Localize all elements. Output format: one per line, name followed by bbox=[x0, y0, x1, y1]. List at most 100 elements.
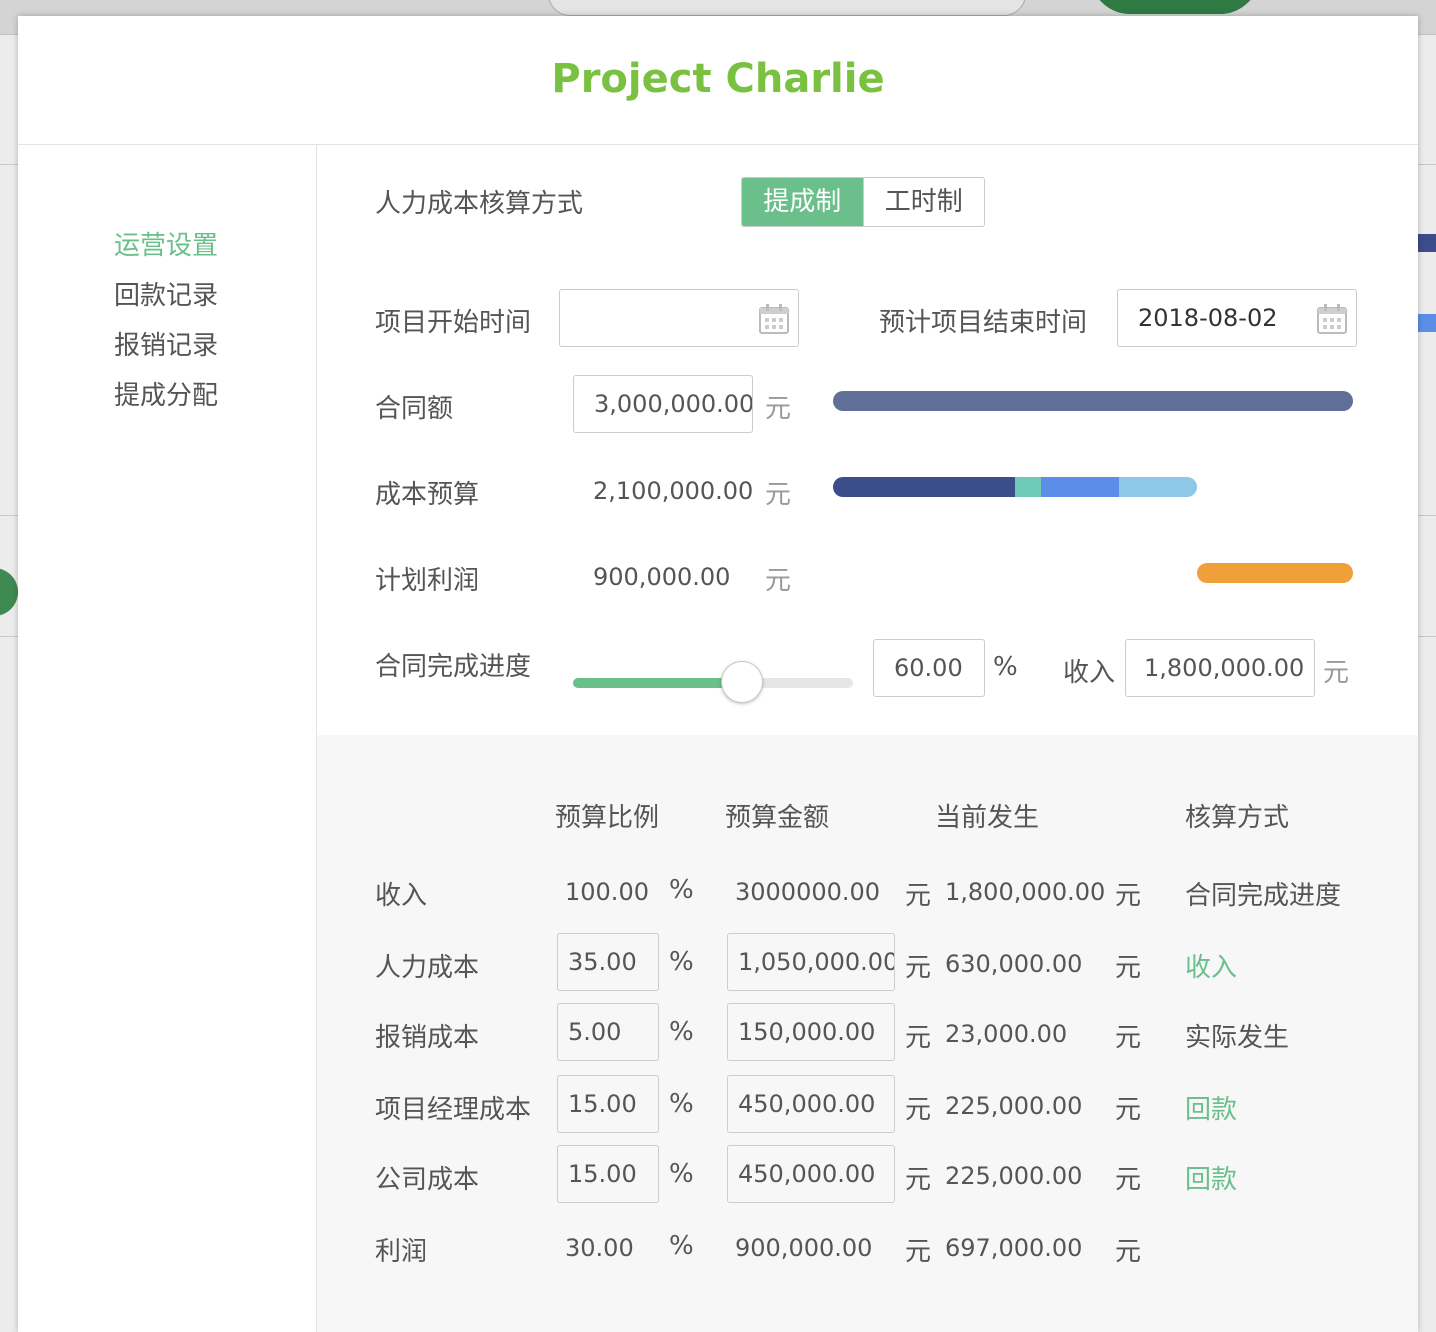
percent-sign: % bbox=[669, 947, 694, 977]
yuan-unit: 元 bbox=[905, 953, 932, 983]
yuan-unit: 元 bbox=[1115, 1165, 1142, 1195]
contract-progress-input[interactable]: 60.00 bbox=[873, 639, 985, 697]
row-name: 人力成本 bbox=[375, 953, 480, 983]
project-settings-modal: Project Charlie 运营设置 回款记录 报销记录 提成分配 人力成本… bbox=[18, 16, 1418, 1332]
row-amount-input[interactable]: 1,050,000.00 bbox=[727, 933, 895, 991]
row-name: 公司成本 bbox=[375, 1165, 480, 1195]
row-amount-input[interactable]: 150,000.00 bbox=[727, 1003, 895, 1061]
yuan-unit: 元 bbox=[765, 566, 792, 596]
budget-table: 预算比例 预算金额 当前发生 核算方式 收入 100.00 % 3000000.… bbox=[317, 735, 1418, 1332]
row-name: 项目经理成本 bbox=[375, 1095, 532, 1125]
background-avatar bbox=[0, 568, 18, 616]
yuan-unit: 元 bbox=[765, 394, 792, 424]
income-input[interactable]: 1,800,000.00 bbox=[1125, 639, 1315, 697]
yuan-unit: 元 bbox=[765, 480, 792, 510]
header-budget-ratio: 预算比例 bbox=[555, 803, 660, 833]
cost-budget-bar bbox=[833, 477, 1197, 497]
row-amount-input[interactable]: 450,000.00 bbox=[727, 1145, 895, 1203]
row-current: 225,000.00 bbox=[945, 1162, 1083, 1190]
background-bar-mark bbox=[1418, 314, 1436, 332]
yuan-unit: 元 bbox=[905, 1165, 932, 1195]
row-name: 利润 bbox=[375, 1237, 428, 1267]
row-name: 报销成本 bbox=[375, 1023, 480, 1053]
row-amount: 900,000.00 bbox=[735, 1234, 873, 1262]
slider-handle[interactable] bbox=[721, 661, 763, 703]
row-method-link[interactable]: 回款 bbox=[1185, 1159, 1237, 1196]
header-current-amount: 当前发生 bbox=[935, 803, 1040, 833]
row-current: 225,000.00 bbox=[945, 1092, 1083, 1120]
yuan-unit: 元 bbox=[905, 881, 932, 911]
row-method: 合同完成进度 bbox=[1185, 881, 1342, 911]
sidebar-item-commission-allocation[interactable]: 提成分配 bbox=[114, 375, 218, 412]
yuan-unit: 元 bbox=[905, 1237, 932, 1267]
income-label: 收入 bbox=[1063, 658, 1116, 688]
calendar-icon[interactable] bbox=[1316, 303, 1348, 335]
cost-method-label: 人力成本核算方式 bbox=[375, 189, 584, 219]
row-amount-input[interactable]: 450,000.00 bbox=[727, 1075, 895, 1133]
yuan-unit: 元 bbox=[905, 1023, 932, 1053]
calendar-icon[interactable] bbox=[758, 303, 790, 335]
row-ratio-input[interactable]: 35.00 bbox=[557, 933, 659, 991]
cost-method-commission-button[interactable]: 提成制 bbox=[742, 178, 864, 226]
cost-bar-segment bbox=[1015, 477, 1041, 497]
yuan-unit: 元 bbox=[1323, 658, 1350, 688]
end-date-label: 预计项目结束时间 bbox=[879, 308, 1088, 338]
yuan-unit: 元 bbox=[1115, 881, 1142, 911]
planned-profit-label: 计划利润 bbox=[375, 566, 480, 596]
yuan-unit: 元 bbox=[905, 1095, 932, 1125]
contract-amount-bar bbox=[833, 391, 1353, 411]
settings-content: 人力成本核算方式 提成制 工时制 项目开始时间 预计项目结束时间 2018-08… bbox=[317, 145, 1418, 1332]
contract-amount-input[interactable]: 3,000,000.00 bbox=[573, 375, 753, 433]
yuan-unit: 元 bbox=[1115, 1023, 1142, 1053]
contract-progress-label: 合同完成进度 bbox=[375, 652, 532, 682]
sidebar-item-reimbursement-records[interactable]: 报销记录 bbox=[114, 325, 218, 362]
cost-method-hourly-button[interactable]: 工时制 bbox=[864, 178, 985, 226]
cost-bar-segment bbox=[833, 477, 1015, 497]
row-method: 实际发生 bbox=[1185, 1023, 1290, 1053]
row-current: 23,000.00 bbox=[945, 1020, 1068, 1048]
row-method-link[interactable]: 回款 bbox=[1185, 1089, 1237, 1126]
sidebar-item-operation-settings[interactable]: 运营设置 bbox=[114, 225, 218, 262]
background-green-tab bbox=[1090, 0, 1260, 14]
sidebar-item-payment-records[interactable]: 回款记录 bbox=[114, 275, 218, 312]
end-date-input[interactable]: 2018-08-02 bbox=[1117, 289, 1357, 347]
header-accounting-method: 核算方式 bbox=[1185, 803, 1290, 833]
cost-budget-label: 成本预算 bbox=[375, 480, 480, 510]
yuan-unit: 元 bbox=[1115, 1237, 1142, 1267]
row-ratio-input[interactable]: 15.00 bbox=[557, 1145, 659, 1203]
background-search-field bbox=[548, 0, 1026, 16]
row-method-link[interactable]: 收入 bbox=[1185, 947, 1237, 984]
modal-header: Project Charlie bbox=[18, 16, 1418, 145]
header-budget-amount: 预算金额 bbox=[725, 803, 830, 833]
cost-method-toggle: 提成制 工时制 bbox=[741, 177, 985, 227]
modal-title: Project Charlie bbox=[551, 56, 885, 102]
row-current: 697,000.00 bbox=[945, 1234, 1083, 1262]
modal-sidebar: 运营设置 回款记录 报销记录 提成分配 bbox=[18, 145, 317, 1332]
percent-sign: % bbox=[669, 1017, 694, 1047]
percent-sign: % bbox=[669, 1231, 694, 1261]
row-current: 630,000.00 bbox=[945, 950, 1083, 978]
row-ratio: 30.00 bbox=[565, 1234, 634, 1262]
start-date-label: 项目开始时间 bbox=[375, 308, 532, 338]
contract-amount-label: 合同额 bbox=[375, 394, 454, 424]
yuan-unit: 元 bbox=[1115, 1095, 1142, 1125]
cost-bar-segment bbox=[1041, 477, 1119, 497]
yuan-unit: 元 bbox=[1115, 953, 1142, 983]
percent-sign: % bbox=[669, 875, 694, 905]
planned-profit-value: 900,000.00 bbox=[593, 563, 731, 591]
percent-sign: % bbox=[669, 1159, 694, 1189]
row-ratio-input[interactable]: 15.00 bbox=[557, 1075, 659, 1133]
row-name: 收入 bbox=[375, 881, 428, 911]
cost-budget-value: 2,100,000.00 bbox=[593, 477, 754, 505]
start-date-input[interactable] bbox=[559, 289, 799, 347]
cost-bar-segment bbox=[1119, 477, 1197, 497]
background-bar-mark bbox=[1418, 234, 1436, 252]
row-ratio: 100.00 bbox=[565, 878, 649, 906]
contract-progress-slider[interactable] bbox=[573, 661, 853, 703]
slider-fill bbox=[573, 678, 741, 688]
row-ratio-input[interactable]: 5.00 bbox=[557, 1003, 659, 1061]
end-date-value: 2018-08-02 bbox=[1138, 304, 1278, 332]
percent-sign: % bbox=[993, 652, 1018, 682]
row-amount: 3000000.00 bbox=[735, 878, 881, 906]
percent-sign: % bbox=[669, 1089, 694, 1119]
